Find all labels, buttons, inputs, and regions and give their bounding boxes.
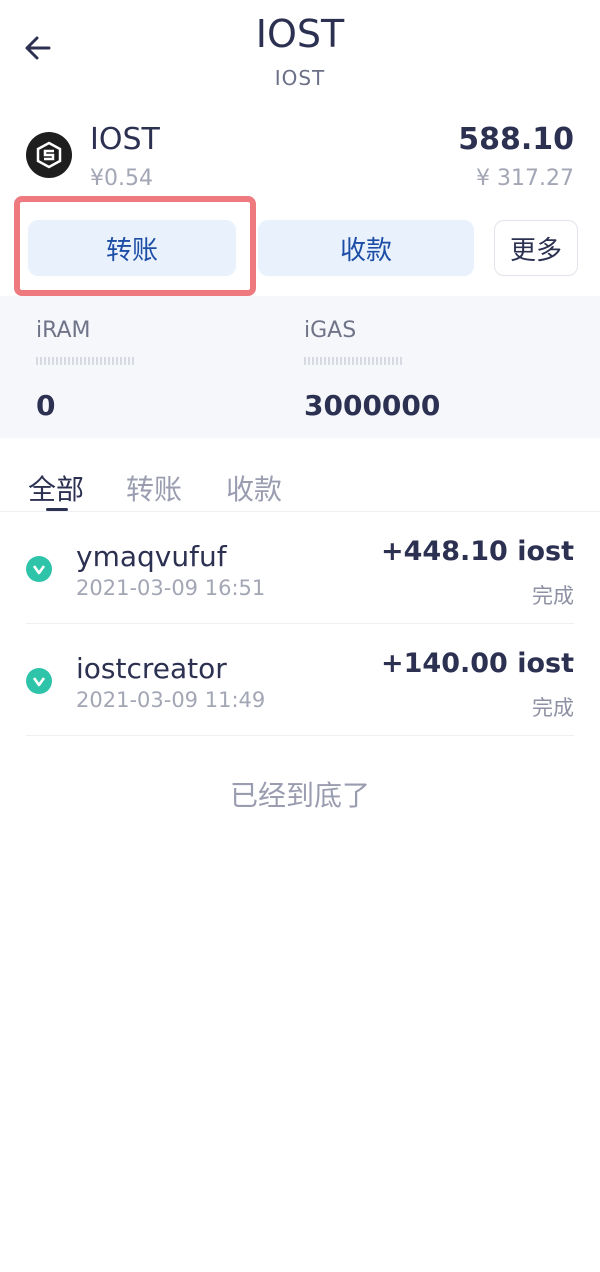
tab-indicator	[46, 508, 68, 511]
tx-amount: +140.00 iost	[381, 648, 574, 679]
ram-resource: iRAM 0	[36, 318, 134, 422]
tx-amount: +448.10 iost	[381, 536, 574, 567]
tx-status: 完成	[532, 584, 574, 608]
tab-bar: 全部 转账 收款	[0, 460, 600, 512]
divider	[26, 735, 574, 736]
gas-bar	[304, 357, 402, 365]
list-end-text: 已经到底了	[229, 779, 370, 812]
tx-status: 完成	[532, 696, 574, 720]
page-title: IOST	[255, 12, 345, 56]
ram-value: 0	[36, 389, 56, 422]
chevron-down-circle-icon	[26, 556, 52, 582]
tx-counterparty: ymaqvufuf	[76, 540, 227, 573]
gas-value: 3000000	[304, 389, 441, 422]
receive-button[interactable]: 收款	[258, 220, 474, 276]
highlight-box	[14, 196, 256, 296]
header: IOST IOST	[0, 0, 600, 100]
chevron-down-circle-icon	[26, 668, 52, 694]
resources-panel: iRAM 0 iGAS 3000000	[0, 296, 600, 438]
token-name: IOST	[90, 122, 160, 157]
token-price: ¥0.54	[90, 166, 153, 191]
ram-label: iRAM	[36, 318, 91, 343]
transaction-list: ymaqvufuf 2021-03-09 16:51 +448.10 iost …	[0, 512, 600, 736]
tab-receive[interactable]: 收款	[226, 468, 282, 508]
tx-time: 2021-03-09 11:49	[76, 688, 266, 712]
tx-time: 2021-03-09 16:51	[76, 576, 266, 600]
page-subtitle: IOST	[274, 66, 326, 90]
ram-bar	[36, 357, 134, 365]
tab-transfer[interactable]: 转账	[126, 468, 182, 508]
token-summary: IOST ¥0.54 588.10 ¥ 317.27	[0, 118, 600, 198]
gas-label: iGAS	[304, 318, 357, 343]
more-button[interactable]: 更多	[494, 220, 578, 276]
table-row[interactable]: iostcreator 2021-03-09 11:49 +140.00 ios…	[0, 624, 600, 736]
action-bar: 转账 收款 更多	[0, 196, 600, 296]
token-fiat-value: ¥ 317.27	[476, 166, 574, 191]
token-balance: 588.10	[458, 122, 574, 157]
iost-logo-icon	[26, 132, 72, 178]
gas-resource: iGAS 3000000	[304, 318, 440, 422]
table-row[interactable]: ymaqvufuf 2021-03-09 16:51 +448.10 iost …	[0, 512, 600, 624]
tab-all[interactable]: 全部	[28, 468, 84, 508]
tx-counterparty: iostcreator	[76, 652, 227, 685]
